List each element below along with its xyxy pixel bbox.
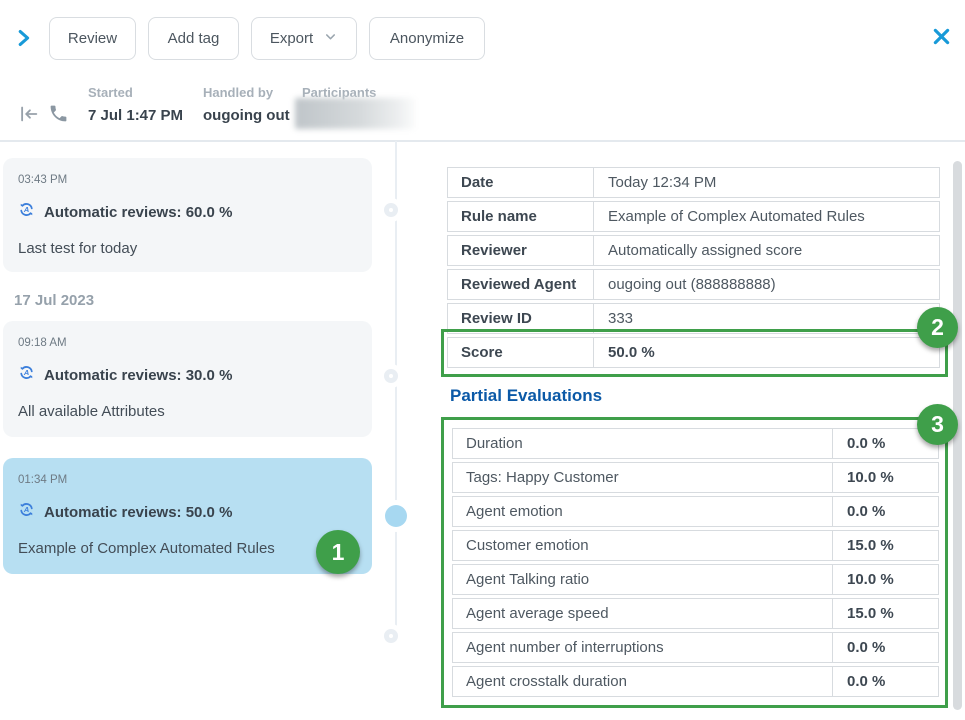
table-row: Reviewed Agent ougoing out (888888888) [447, 269, 940, 300]
svg-text:A: A [23, 368, 29, 377]
inbound-direction-icon [18, 103, 40, 130]
annotation-badge-3: 3 [917, 404, 958, 445]
table-row: Reviewer Automatically assigned score [447, 235, 940, 266]
svg-text:A: A [23, 205, 29, 214]
row-value: Automatically assigned score [594, 242, 802, 259]
phone-call-icon [48, 103, 69, 129]
export-button-label: Export [270, 30, 313, 47]
review-card[interactable]: 09:18 AM A Automatic reviews: 30.0 % All… [3, 321, 372, 437]
review-card-description: All available Attributes [18, 403, 357, 420]
close-icon[interactable] [929, 26, 953, 50]
automatic-review-icon: A [18, 501, 35, 523]
call-review-detail-window: Review Add tag Export Anonymize Started … [0, 0, 965, 720]
date-divider: 17 Jul 2023 [14, 292, 94, 309]
timeline-dot-selected[interactable] [385, 505, 407, 527]
started-label: Started [88, 85, 183, 100]
review-card-description: Example of Complex Automated Rules [18, 540, 357, 557]
review-card-time: 03:43 PM [18, 174, 357, 186]
row-label: Rule name [448, 202, 594, 231]
review-card[interactable]: 03:43 PM A Automatic reviews: 60.0 % Las… [3, 158, 372, 272]
svg-text:A: A [23, 505, 29, 514]
annotation-box-partial-evaluations [441, 417, 948, 708]
handled-by-field: Handled by ougoing out [203, 85, 290, 124]
add-tag-button[interactable]: Add tag [148, 17, 239, 60]
row-value: Today 12:34 PM [594, 174, 716, 191]
review-card-time: 01:34 PM [18, 474, 357, 486]
handled-by-label: Handled by [203, 85, 290, 100]
participants-redacted-value [295, 98, 415, 129]
review-card-title: Automatic reviews: 50.0 % [44, 504, 232, 521]
review-card-time: 09:18 AM [18, 337, 357, 349]
review-card-title: Automatic reviews: 60.0 % [44, 204, 232, 221]
started-field: Started 7 Jul 1:47 PM [88, 85, 183, 124]
automatic-review-icon: A [18, 201, 35, 223]
chevron-down-icon [323, 29, 338, 48]
header-divider [0, 140, 965, 142]
review-button[interactable]: Review [49, 17, 136, 60]
table-row: Date Today 12:34 PM [447, 167, 940, 198]
row-label: Reviewer [448, 236, 594, 265]
annotation-badge-2: 2 [917, 307, 958, 348]
row-value: ougoing out (888888888) [594, 276, 776, 293]
row-label: Date [448, 168, 594, 197]
timeline-dot[interactable] [384, 203, 398, 217]
anonymize-button[interactable]: Anonymize [369, 17, 485, 60]
expand-panel-icon[interactable] [12, 27, 34, 54]
row-label: Reviewed Agent [448, 270, 594, 299]
handled-by-value: ougoing out [203, 107, 290, 124]
review-card-description: Last test for today [18, 240, 357, 257]
review-card-title: Automatic reviews: 30.0 % [44, 367, 232, 384]
annotation-badge-1: 1 [316, 530, 360, 574]
annotation-box-score [441, 329, 948, 377]
row-value: 333 [594, 310, 633, 327]
automatic-review-icon: A [18, 364, 35, 386]
timeline-dot[interactable] [384, 629, 398, 643]
started-value: 7 Jul 1:47 PM [88, 107, 183, 124]
export-button[interactable]: Export [251, 17, 357, 60]
timeline-rail [395, 141, 397, 643]
row-value: Example of Complex Automated Rules [594, 208, 865, 225]
table-row: Rule name Example of Complex Automated R… [447, 201, 940, 232]
timeline-dot[interactable] [384, 369, 398, 383]
partial-evaluations-heading: Partial Evaluations [450, 386, 602, 406]
